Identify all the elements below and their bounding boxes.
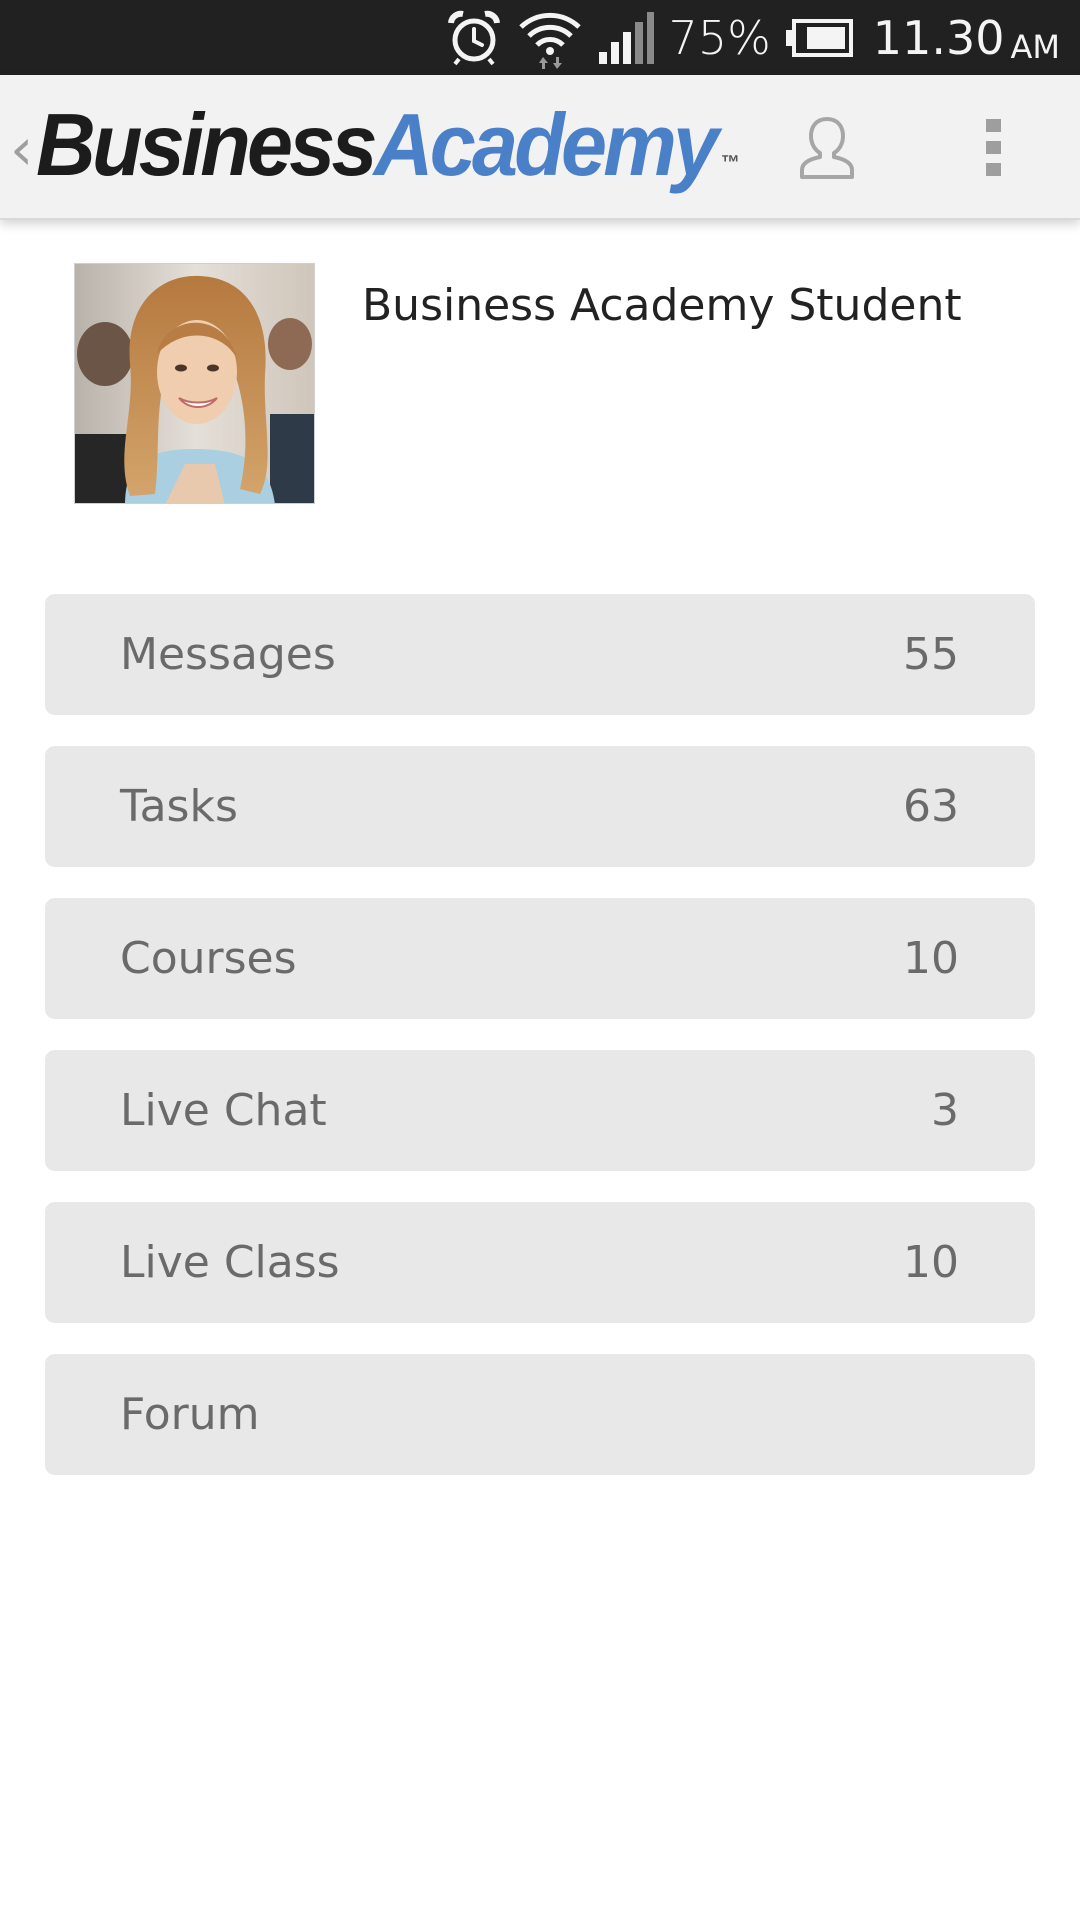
back-icon[interactable]: ‹ [10,115,33,183]
user-profile-icon[interactable] [798,115,856,186]
battery-percent: 75% [668,10,771,65]
menu-item-count: 63 [903,781,959,832]
menu-item-label: Tasks [120,781,238,832]
menu-item-messages[interactable]: Messages 55 [45,594,1035,715]
menu-item-label: Courses [120,933,297,984]
status-bar: 75% 11.30 AM [0,0,1080,75]
menu-item-live-chat[interactable]: Live Chat 3 [45,1050,1035,1171]
logo-text-academy: Academy [373,95,719,194]
alarm-icon [445,9,503,67]
menu-item-tasks[interactable]: Tasks 63 [45,746,1035,867]
menu-item-count: 3 [931,1085,959,1136]
battery-icon [785,18,853,58]
menu-item-forum[interactable]: Forum [45,1354,1035,1475]
wifi-icon [517,7,583,69]
profile-name: Business Academy Student [362,280,962,331]
avatar[interactable] [74,263,315,504]
logo-text-business: Business [36,95,377,194]
overflow-menu-icon[interactable] [984,117,1004,184]
logo-trademark: ™ [720,152,740,174]
menu-list: Messages 55 Tasks 63 Courses 10 Live Cha… [45,594,1035,1506]
menu-item-count: 10 [903,1237,959,1288]
signal-icon [597,10,655,66]
clock-time: 11.30 [872,10,1005,65]
menu-item-live-class[interactable]: Live Class 10 [45,1202,1035,1323]
menu-item-label: Live Class [120,1237,340,1288]
app-bar: ‹ BusinessAcademy ™ [0,75,1080,220]
menu-item-courses[interactable]: Courses 10 [45,898,1035,1019]
app-logo[interactable]: BusinessAcademy ™ [36,95,740,195]
clock-ampm: AM [1010,27,1061,66]
menu-item-label: Forum [120,1389,260,1440]
menu-item-label: Live Chat [120,1085,327,1136]
menu-item-label: Messages [120,629,336,680]
menu-item-count: 10 [903,933,959,984]
menu-item-count: 55 [903,629,959,680]
